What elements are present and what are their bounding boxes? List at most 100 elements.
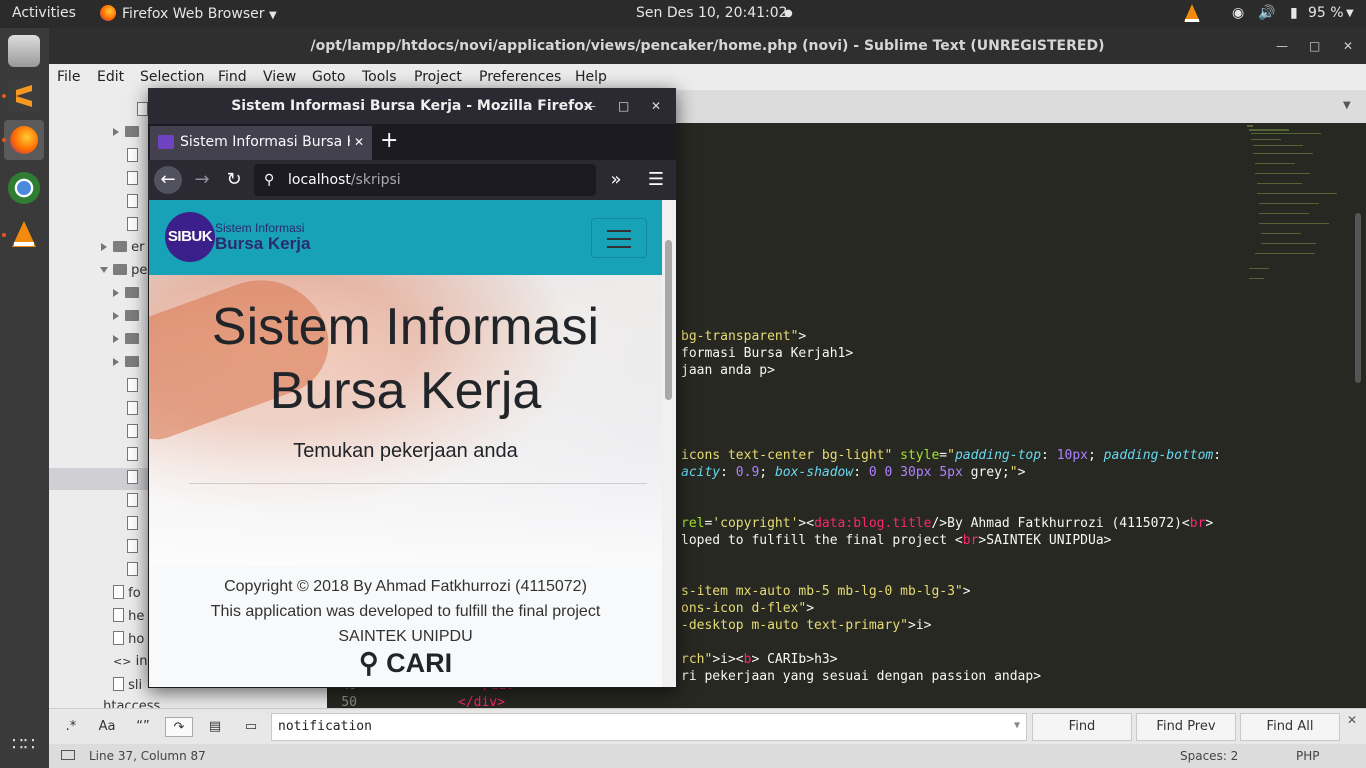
logo-line-2: Bursa Kerja xyxy=(215,234,311,253)
sublime-text-icon[interactable] xyxy=(8,80,40,112)
folder-icon xyxy=(125,126,139,137)
menu-selection[interactable]: Selection xyxy=(140,69,205,85)
chevron-right-icon xyxy=(113,289,119,297)
tree-file[interactable] xyxy=(127,148,138,168)
tree-folder[interactable] xyxy=(113,286,139,306)
tree-folder[interactable] xyxy=(113,332,139,352)
folder-icon xyxy=(125,310,139,321)
menu-find[interactable]: Find xyxy=(218,69,247,85)
tree-folder-er[interactable]: er xyxy=(101,240,144,260)
tree-file[interactable] xyxy=(127,447,138,467)
browser-tab[interactable]: Sistem Informasi Bursa K ✕ xyxy=(150,126,372,160)
menu-preferences[interactable]: Preferences xyxy=(479,69,561,85)
battery-icon[interactable]: ▮ xyxy=(1290,5,1298,21)
tree-file[interactable] xyxy=(127,217,138,237)
vlc-tray-icon[interactable] xyxy=(1182,3,1202,27)
activities-button[interactable]: Activities xyxy=(12,5,76,21)
maximize-icon[interactable]: □ xyxy=(618,88,629,124)
panel-toggle-icon[interactable] xyxy=(61,750,75,760)
page-scrollbar-thumb[interactable] xyxy=(665,240,672,400)
minimize-icon[interactable]: — xyxy=(1276,28,1288,64)
hamburger-menu-icon[interactable]: ☰ xyxy=(642,166,670,194)
tree-file-fo[interactable]: fo xyxy=(113,585,141,605)
firefox-dock-icon[interactable] xyxy=(4,120,44,160)
menu-file[interactable]: File xyxy=(57,69,80,85)
wrap-toggle[interactable]: ↷ xyxy=(165,717,193,737)
tree-label: he xyxy=(128,609,145,624)
reload-icon[interactable]: ↻ xyxy=(220,166,248,194)
url-bar[interactable]: ⚲ localhost/skripsi xyxy=(254,164,596,196)
menu-project[interactable]: Project xyxy=(414,69,462,85)
tree-label: fo xyxy=(128,586,141,601)
close-find-icon[interactable]: ✕ xyxy=(1347,713,1357,727)
regex-toggle[interactable]: .* xyxy=(57,717,85,737)
find-button[interactable]: Find xyxy=(1032,713,1132,741)
tree-file[interactable] xyxy=(137,102,148,122)
minimap[interactable] xyxy=(1245,123,1345,293)
page-scrollbar[interactable] xyxy=(662,200,676,687)
tree-folder[interactable] xyxy=(113,125,139,145)
tree-file[interactable] xyxy=(127,378,138,398)
tree-file-sli[interactable]: sli xyxy=(113,677,142,697)
chromium-icon[interactable] xyxy=(8,172,40,204)
navbar-toggler-button[interactable] xyxy=(591,218,647,258)
system-menu-chevron-icon[interactable]: ▼ xyxy=(1346,8,1354,19)
tree-folder-pe[interactable]: pe xyxy=(100,263,147,283)
institution-link[interactable]: SAINTEK UNIPDU xyxy=(149,628,662,646)
menu-tools[interactable]: Tools xyxy=(362,69,397,85)
tree-file[interactable] xyxy=(127,516,138,536)
firefox-tab-strip: Sistem Informasi Bursa K ✕ + xyxy=(148,124,676,160)
tree-file[interactable] xyxy=(127,493,138,513)
menu-edit[interactable]: Edit xyxy=(97,69,124,85)
tree-file-he[interactable]: he xyxy=(113,608,144,628)
show-applications-icon[interactable]: ∷∷ xyxy=(12,734,35,755)
tree-folder[interactable] xyxy=(113,355,139,375)
case-sensitive-toggle[interactable]: Aa xyxy=(93,717,121,737)
menu-goto[interactable]: Goto xyxy=(312,69,345,85)
new-tab-icon[interactable]: + xyxy=(380,128,398,153)
vlc-icon[interactable] xyxy=(8,218,40,250)
tree-file[interactable] xyxy=(127,539,138,559)
volume-icon[interactable]: 🔊 xyxy=(1258,5,1275,21)
code-line: ons-icon d-flex"> xyxy=(681,601,815,616)
tree-file[interactable] xyxy=(127,401,138,421)
tree-file-in[interactable]: <> in xyxy=(113,654,147,674)
forward-arrow-icon[interactable]: → xyxy=(188,166,216,194)
wifi-icon[interactable]: ◉ xyxy=(1232,5,1244,21)
overflow-chevrons-icon[interactable]: » xyxy=(602,166,630,194)
close-icon[interactable]: ✕ xyxy=(651,88,661,124)
menu-view[interactable]: View xyxy=(263,69,296,85)
close-icon[interactable]: ✕ xyxy=(1343,28,1353,64)
code-line: -desktop m-auto text-primary">i> xyxy=(681,618,932,633)
tree-file[interactable] xyxy=(127,562,138,582)
minimize-icon[interactable]: — xyxy=(584,88,596,124)
find-prev-button[interactable]: Find Prev xyxy=(1136,713,1236,741)
back-arrow-icon[interactable]: ← xyxy=(154,166,182,194)
editor-scrollbar[interactable] xyxy=(1355,213,1361,383)
close-tab-icon[interactable]: ✕ xyxy=(349,126,364,158)
code-line: rch">i><b> CARIb>h3> xyxy=(681,652,838,667)
find-all-button[interactable]: Find All xyxy=(1240,713,1340,741)
maximize-icon[interactable]: □ xyxy=(1309,28,1320,64)
files-icon[interactable] xyxy=(8,35,40,67)
highlight-matches-toggle[interactable]: ▭ xyxy=(237,717,265,737)
clock[interactable]: Sen Des 10, 20:41:02 xyxy=(636,5,788,21)
history-chevron-icon[interactable]: ▼ xyxy=(1014,720,1020,731)
tree-file[interactable] xyxy=(127,171,138,191)
tree-file-ho[interactable]: ho xyxy=(113,631,144,651)
menu-help[interactable]: Help xyxy=(575,69,607,85)
syntax-setting[interactable]: PHP xyxy=(1296,749,1320,763)
tree-file-selected[interactable] xyxy=(127,470,138,490)
find-input[interactable]: notification ▼ xyxy=(271,713,1027,741)
notification-dot-icon: ● xyxy=(784,8,793,19)
tab-list-chevron-icon[interactable]: ▼ xyxy=(1343,100,1351,111)
hamburger-icon xyxy=(607,230,631,232)
in-selection-toggle[interactable]: ▤ xyxy=(201,717,229,737)
whole-word-toggle[interactable]: “” xyxy=(129,717,157,737)
indentation-setting[interactable]: Spaces: 2 xyxy=(1180,749,1238,763)
tree-file[interactable] xyxy=(127,424,138,444)
tree-folder[interactable] xyxy=(113,309,139,329)
tree-file[interactable] xyxy=(127,194,138,214)
file-icon xyxy=(127,562,138,576)
app-menu[interactable]: Firefox Web Browser ▼ xyxy=(100,5,277,22)
